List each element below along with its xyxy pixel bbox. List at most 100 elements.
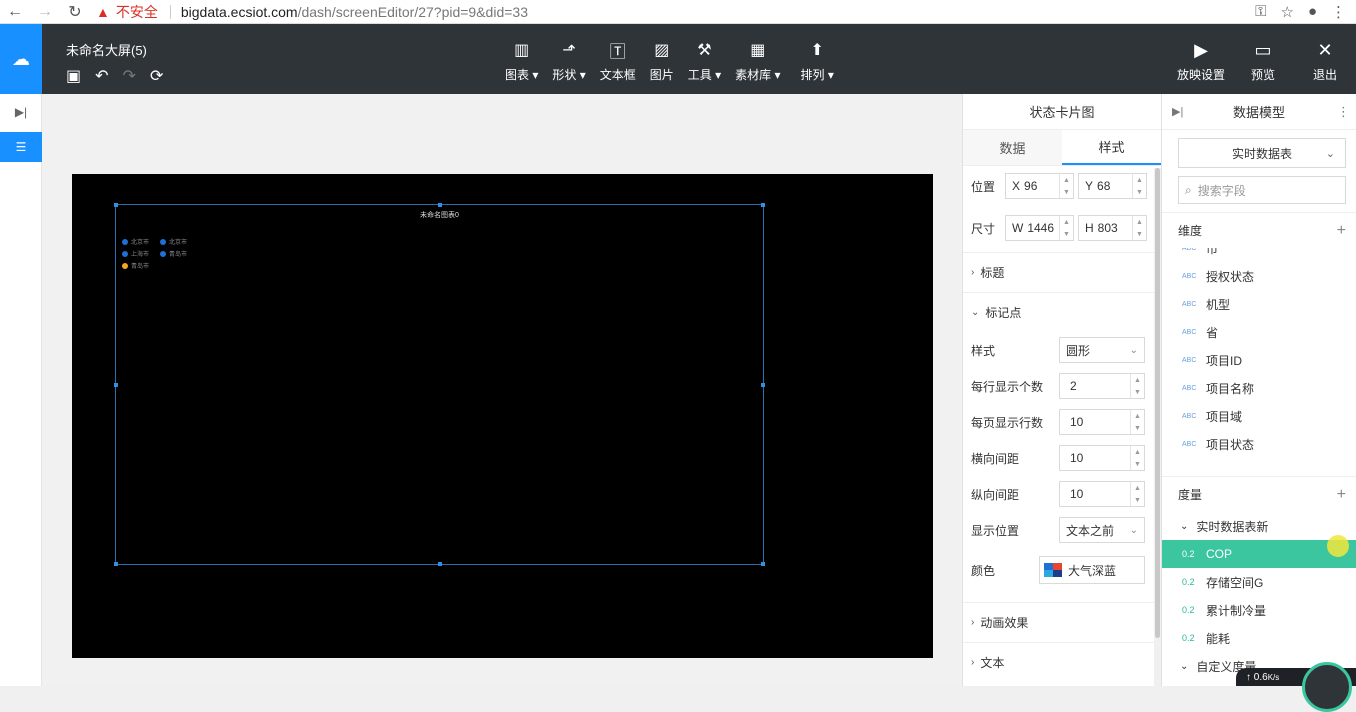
spinner-icon[interactable]: ▲▼ — [1130, 410, 1144, 434]
account-icon[interactable]: ● — [1308, 3, 1317, 20]
resize-handle[interactable] — [114, 383, 118, 387]
screen-settings-button[interactable]: ▶ 放映设置 — [1170, 40, 1232, 83]
shape-icon: ⬏ — [559, 40, 579, 60]
add-dimension-icon[interactable]: + — [1337, 222, 1346, 240]
tab-style[interactable]: 样式 — [1062, 130, 1161, 165]
legend-item: 上海市 — [122, 249, 160, 258]
spinner-icon[interactable]: ▲▼ — [1059, 216, 1073, 240]
layers-toggle-button[interactable]: ▶| — [0, 97, 42, 127]
field-item[interactable]: ABC市 — [1162, 248, 1356, 262]
field-item[interactable]: ABC机型 — [1162, 290, 1356, 318]
y-input[interactable]: Y68 ▲▼ — [1078, 173, 1147, 199]
more-options-icon[interactable]: ⋮ — [1337, 104, 1350, 120]
spinner-icon[interactable]: ▲▼ — [1059, 174, 1073, 198]
undo-icon[interactable]: ↶ — [95, 66, 108, 86]
spinner-icon[interactable]: ▲▼ — [1132, 216, 1146, 240]
tool-arrange[interactable]: ⬆ 排列 ▾ — [801, 40, 834, 83]
document-title[interactable]: 未命名大屏(5) — [66, 40, 147, 59]
widget-title: 未命名图表0 — [116, 210, 763, 220]
x-input[interactable]: X96 ▲▼ — [1005, 173, 1074, 199]
field-item[interactable]: 0.2能耗 — [1162, 624, 1356, 652]
app-logo[interactable]: ☁ — [0, 24, 42, 94]
key-icon[interactable]: ⚿ — [1255, 3, 1266, 20]
field-item[interactable]: ABC项目ID — [1162, 346, 1356, 374]
section-marker[interactable]: ⌄ 标记点 — [963, 292, 1161, 332]
tool-image[interactable]: ▨ 图片 — [650, 40, 674, 83]
reload-button[interactable]: ↻ — [60, 0, 90, 24]
field-item[interactable]: ABC项目状态 — [1162, 430, 1356, 458]
forward-button[interactable]: → — [30, 0, 60, 24]
url-host: bigdata.ecsiot.com — [181, 4, 298, 20]
field-item[interactable]: ABC省 — [1162, 318, 1356, 346]
canvas-area: 未命名图表0 北京市 北京市 上海市 青岛市 青岛市 — [42, 94, 962, 686]
back-button[interactable]: ← — [0, 0, 30, 24]
section-animation[interactable]: › 动画效果 — [963, 602, 1161, 642]
chevron-down-icon: ⌄ — [1130, 345, 1138, 356]
size-label: 尺寸 — [971, 220, 1005, 237]
star-icon[interactable]: ☆ — [1280, 3, 1293, 21]
save-icon[interactable]: ▣ — [66, 66, 81, 86]
field-item[interactable]: 0.2存储空间G — [1162, 568, 1356, 596]
cursor-highlight — [1327, 535, 1349, 557]
status-legend: 北京市 北京市 上海市 青岛市 青岛市 — [122, 237, 198, 270]
preview-button[interactable]: ▭ 预览 — [1232, 40, 1294, 83]
resize-handle[interactable] — [114, 562, 118, 566]
insert-toolbar: ▥ 图表 ▾ ⬏ 形状 ▾ 🅃 文本框 ▨ 图片 ⚒ 工具 ▾ ▦ 素材库 ▾ … — [505, 40, 848, 83]
tool-library[interactable]: ▦ 素材库 ▾ — [735, 40, 780, 83]
reload-icon: ↻ — [68, 2, 81, 22]
screen-canvas[interactable]: 未命名图表0 北京市 北京市 上海市 青岛市 青岛市 — [72, 174, 933, 658]
chevron-down-icon: ⌄ — [1180, 661, 1188, 672]
tool-chart[interactable]: ▥ 图表 ▾ — [505, 40, 538, 83]
display-pos-select[interactable]: 文本之前 ⌄ — [1059, 517, 1145, 543]
resize-handle[interactable] — [438, 203, 442, 207]
width-input[interactable]: W1446 ▲▼ — [1005, 215, 1074, 241]
v-gap-input[interactable]: 10 ▲▼ — [1059, 481, 1145, 507]
status-card-widget[interactable]: 未命名图表0 北京市 北京市 上海市 青岛市 青岛市 — [115, 204, 764, 565]
resize-handle[interactable] — [438, 562, 442, 566]
spinner-icon[interactable]: ▲▼ — [1130, 482, 1144, 506]
legend-item: 北京市 — [160, 237, 198, 246]
resize-handle[interactable] — [761, 383, 765, 387]
panel-toggle-icon: ▶| — [15, 105, 27, 119]
spinner-icon[interactable]: ▲▼ — [1132, 174, 1146, 198]
field-item[interactable]: ABC授权状态 — [1162, 262, 1356, 290]
redo-icon[interactable]: ↷ — [123, 66, 136, 86]
field-search-input[interactable]: ⌕ 搜索字段 — [1178, 176, 1346, 204]
per-page-input[interactable]: 10 ▲▼ — [1059, 409, 1145, 435]
section-title[interactable]: › 标题 — [963, 252, 1161, 292]
menu-icon[interactable]: ⋮ — [1331, 3, 1346, 21]
spinner-icon[interactable]: ▲▼ — [1130, 446, 1144, 470]
section-text[interactable]: › 文本 — [963, 642, 1161, 682]
height-input[interactable]: H803 ▲▼ — [1078, 215, 1147, 241]
scrollbar-thumb[interactable] — [1155, 168, 1160, 638]
bar-chart-icon: ▥ — [512, 40, 532, 60]
refresh-icon[interactable]: ⟳ — [150, 66, 163, 86]
h-gap-input[interactable]: 10 ▲▼ — [1059, 445, 1145, 471]
exit-button[interactable]: ✕ 退出 — [1294, 40, 1356, 83]
field-item[interactable]: ABC项目域 — [1162, 402, 1356, 430]
address-bar[interactable]: ▲ 不安全 bigdata.ecsiot.com/dash/screenEdit… — [96, 2, 528, 22]
marker-style-select[interactable]: 圆形 ⌄ — [1059, 337, 1145, 363]
resize-handle[interactable] — [761, 203, 765, 207]
image-icon: ▨ — [652, 40, 672, 60]
tool-tools[interactable]: ⚒ 工具 ▾ — [688, 40, 721, 83]
spinner-icon[interactable]: ▲▼ — [1130, 374, 1144, 398]
settings-toggle-button[interactable]: ☰ — [0, 132, 42, 162]
chevron-down-icon: ⌄ — [1180, 521, 1188, 532]
url-path: /dash/screenEditor/27?pid=9&did=33 — [298, 4, 528, 20]
color-scheme-select[interactable]: 大气深蓝 — [1039, 556, 1145, 584]
add-measure-icon[interactable]: + — [1337, 486, 1346, 504]
field-item[interactable]: ABC项目名称 — [1162, 374, 1356, 402]
resize-handle[interactable] — [761, 562, 765, 566]
collapse-panel-icon[interactable]: ▶| — [1172, 105, 1183, 118]
measure-group[interactable]: ⌄ 实时数据表新 — [1162, 512, 1356, 540]
per-row-input[interactable]: 2 ▲▼ — [1059, 373, 1145, 399]
field-item[interactable]: 0.2累计制冷量 — [1162, 596, 1356, 624]
dimension-list: ABC市 ABC授权状态 ABC机型 ABC省 ABC项目ID ABC项目名称 … — [1162, 248, 1356, 472]
tool-shape[interactable]: ⬏ 形状 ▾ — [552, 40, 585, 83]
tool-textbox[interactable]: 🅃 文本框 — [600, 40, 636, 83]
upload-arrow-icon: ↑ — [1246, 672, 1254, 683]
resize-handle[interactable] — [114, 203, 118, 207]
table-select[interactable]: 实时数据表 ⌄ — [1178, 138, 1346, 168]
tab-data[interactable]: 数据 — [963, 130, 1062, 165]
